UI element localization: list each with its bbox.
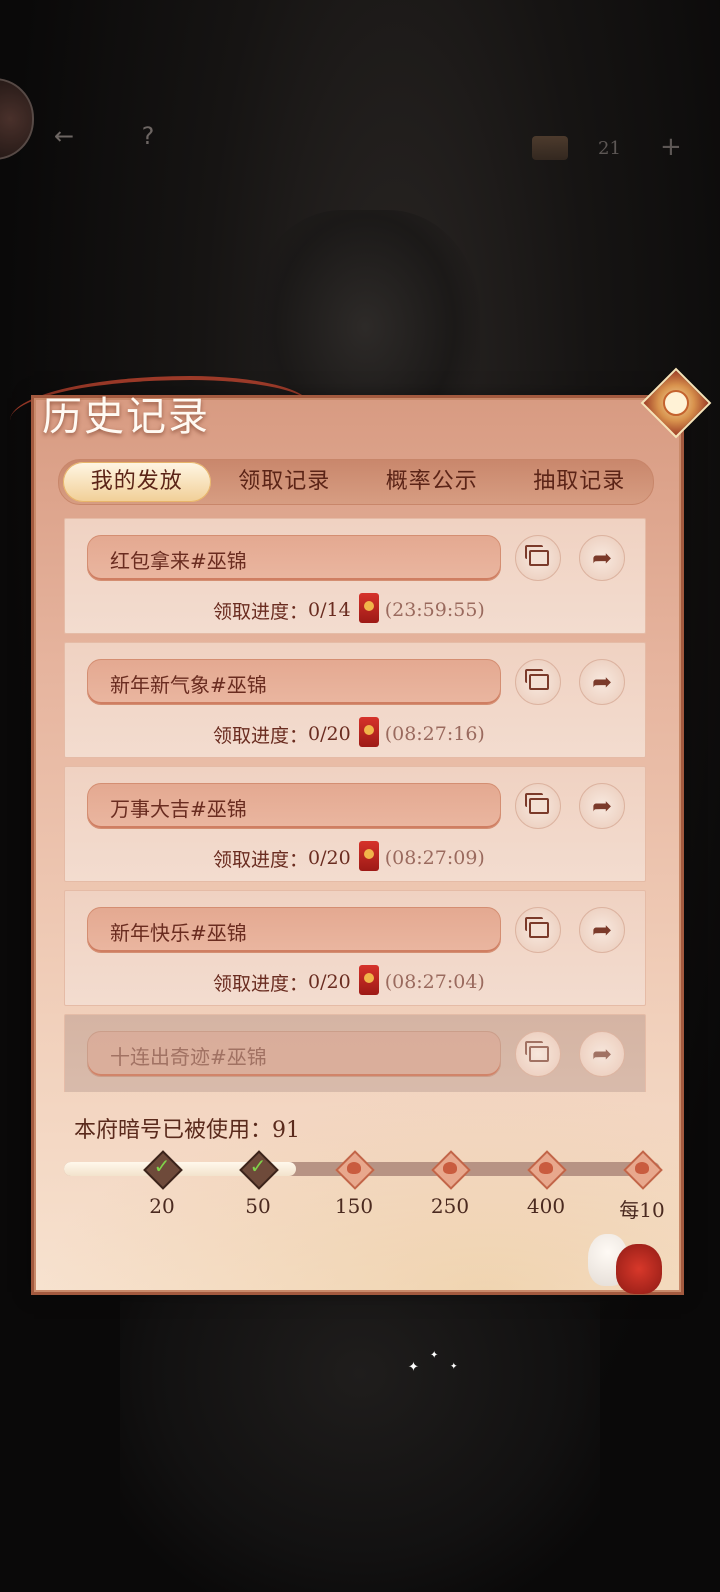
claim-progress: 领取进度： 0/20 (08:27:09): [213, 841, 485, 873]
record-card: 新年快乐#巫锦 ➦ 领取进度： 0/20 (08:27:04): [64, 890, 646, 1006]
milestone-reward[interactable]: ✓: [239, 1150, 279, 1190]
progress-label: 领取进度：: [213, 848, 309, 871]
share-arrow-icon: ➦: [591, 668, 613, 696]
add-currency-button[interactable]: +: [660, 132, 682, 162]
red-packet-icon: [358, 593, 379, 623]
milestone-label: 50: [245, 1194, 271, 1218]
milestone-label: 150: [334, 1194, 374, 1218]
chest-icon: [532, 136, 568, 160]
copy-icon: [525, 793, 549, 814]
record-name: 万事大吉#巫锦: [110, 797, 247, 821]
background-robe: [120, 1280, 600, 1592]
milestone-label: 20: [149, 1194, 175, 1218]
record-name: 新年快乐#巫锦: [110, 921, 247, 945]
record-card: 万事大吉#巫锦 ➦ 领取进度： 0/20 (08:27:09): [64, 766, 646, 882]
copy-icon: [525, 1041, 549, 1062]
record-name: 新年新气象#巫锦: [110, 673, 267, 697]
tab-probability[interactable]: 概率公示: [358, 462, 506, 502]
help-icon: ?: [141, 122, 155, 150]
share-arrow-icon: ➦: [591, 916, 613, 944]
claim-progress: 领取进度： 0/20 (08:27:04): [213, 965, 485, 997]
copy-icon: [525, 917, 549, 938]
tab-my-issued[interactable]: 我的发放: [63, 462, 211, 502]
record-name: 红包拿来#巫锦: [110, 549, 247, 573]
copy-button[interactable]: [515, 659, 561, 705]
milestone-label: 400: [526, 1194, 566, 1218]
progress-label: 领取进度：: [213, 600, 309, 623]
record-card: 红包拿来#巫锦 ➦ 领取进度： 0/14 (23:59:55): [64, 518, 646, 634]
tab-claim-records[interactable]: 领取记录: [211, 462, 359, 502]
progress-value: 0/20: [308, 971, 351, 993]
lucky-bag-icon: [616, 1244, 662, 1294]
progress-label: 领取进度：: [213, 724, 309, 747]
tab-bar: 我的发放 领取记录 概率公示 抽取记录: [58, 459, 654, 505]
record-name-box: 红包拿来#巫锦: [87, 535, 501, 581]
sparkle-icon: ✦: [408, 1360, 419, 1375]
currency-count: 21: [598, 138, 621, 159]
milestone-reward[interactable]: [623, 1150, 663, 1190]
copy-button[interactable]: [515, 907, 561, 953]
lucky-bag-icon: [539, 1162, 553, 1174]
lucky-bag-icon: [347, 1162, 361, 1174]
share-button[interactable]: ➦: [579, 659, 625, 705]
copy-button[interactable]: [515, 535, 561, 581]
record-time: (08:27:16): [384, 723, 485, 745]
record-list[interactable]: 红包拿来#巫锦 ➦ 领取进度： 0/14 (23:59:55) 新年新气象#巫锦…: [64, 518, 646, 1092]
record-time: (23:59:55): [384, 599, 485, 621]
record-time: (08:27:04): [384, 971, 485, 993]
milestone-reward[interactable]: [335, 1150, 375, 1190]
share-button[interactable]: ➦: [579, 783, 625, 829]
share-arrow-icon: ➦: [591, 544, 613, 572]
share-arrow-icon: ➦: [591, 792, 613, 820]
claim-progress: 领取进度： 0/14 (23:59:55): [213, 593, 485, 625]
progress-value: 0/20: [308, 847, 351, 869]
record-card: 十连出奇迹#巫锦 ➦: [64, 1014, 646, 1092]
copy-icon: [525, 545, 549, 566]
share-button[interactable]: ➦: [579, 535, 625, 581]
share-arrow-icon: ➦: [591, 1040, 613, 1068]
sparkle-icon: ✦: [450, 1362, 458, 1372]
share-button[interactable]: ➦: [579, 1031, 625, 1077]
progress-value: 0/14: [308, 599, 351, 621]
sparkle-icon: ✦: [430, 1350, 439, 1361]
tab-draw-records[interactable]: 抽取记录: [506, 462, 654, 502]
milestone-label: 250: [430, 1194, 470, 1218]
back-button[interactable]: ←: [42, 114, 86, 158]
lucky-bag-icon: [635, 1162, 649, 1174]
check-icon: ✓: [153, 1154, 171, 1178]
red-packet-icon: [358, 717, 379, 747]
check-icon: ✓: [249, 1154, 267, 1178]
panel-title: 历史记录: [42, 394, 210, 440]
emblem-center: [663, 390, 689, 416]
back-arrow-icon: ←: [53, 122, 75, 150]
milestone-reward[interactable]: [431, 1150, 471, 1190]
help-button[interactable]: ?: [126, 114, 170, 158]
progress-value: 0/20: [308, 723, 351, 745]
record-name-box: 万事大吉#巫锦: [87, 783, 501, 829]
record-time: (08:27:09): [384, 847, 485, 869]
record-name: 十连出奇迹#巫锦: [110, 1045, 267, 1069]
share-button[interactable]: ➦: [579, 907, 625, 953]
red-packet-icon: [358, 841, 379, 871]
copy-icon: [525, 669, 549, 690]
progress-label: 领取进度：: [213, 972, 309, 995]
copy-button[interactable]: [515, 783, 561, 829]
code-used-count: 本府暗号已被使用：91: [74, 1118, 300, 1143]
record-name-box: 十连出奇迹#巫锦: [87, 1031, 501, 1077]
lucky-bag-icon: [443, 1162, 457, 1174]
milestone-label: 每10: [619, 1198, 665, 1222]
milestone-reward[interactable]: [527, 1150, 567, 1190]
record-name-box: 新年快乐#巫锦: [87, 907, 501, 953]
milestone-reward[interactable]: ✓: [143, 1150, 183, 1190]
copy-button[interactable]: [515, 1031, 561, 1077]
claim-progress: 领取进度： 0/20 (08:27:16): [213, 717, 485, 749]
red-packet-icon: [358, 965, 379, 995]
record-name-box: 新年新气象#巫锦: [87, 659, 501, 705]
record-card: 新年新气象#巫锦 ➦ 领取进度： 0/20 (08:27:16): [64, 642, 646, 758]
